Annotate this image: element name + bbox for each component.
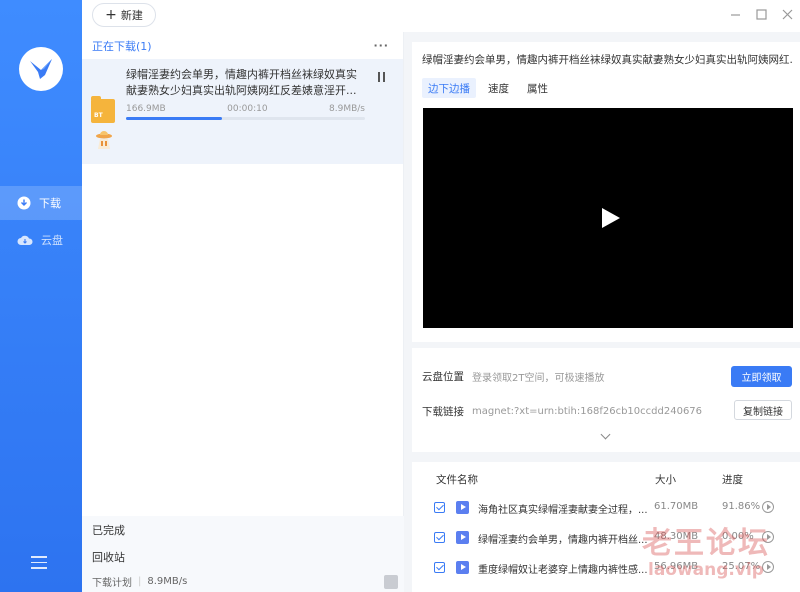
menu-icon[interactable]: [31, 556, 47, 570]
detail-title: 绿帽淫妻约会单男，情趣内裤开档丝袜绿奴真实献妻熟女少妇真实出轨阿姨网红...: [422, 54, 792, 66]
tab-properties[interactable]: 属性: [521, 78, 554, 98]
task-title: 绿帽淫妻约会单男，情趣内裤开档丝袜绿奴真实献妻熟女少妇真实出轨阿姨网红反差婊意淫…: [126, 68, 357, 97]
bt-file-icon: BT: [91, 96, 115, 123]
cloud-icon: [17, 235, 33, 245]
file-list-card: 文件名称 大小 进度 海角社区真实绿帽淫妻献妻全过程，... 61.70MB 9…: [412, 462, 800, 592]
download-icon: [17, 196, 31, 210]
chevron-down-icon[interactable]: [600, 429, 611, 440]
claim-now-button[interactable]: 立即领取: [731, 366, 792, 387]
file-progress: 0.00%: [722, 531, 754, 542]
sidebar: 下载 云盘: [0, 0, 82, 592]
download-list-panel: 正在下载(1) ··· BT 绿帽淫妻约会单男，情趣内裤开档丝袜绿奴真实献妻熟女…: [82, 32, 404, 592]
download-link-label: 下载链接: [422, 406, 464, 418]
download-task[interactable]: BT 绿帽淫妻约会单男，情趣内裤开档丝袜绿奴真实献妻熟女少妇真实出轨阿姨网红反差…: [82, 59, 403, 164]
column-name: 文件名称: [436, 474, 478, 486]
cloud-location-value: 登录领取2T空间，可极速播放: [472, 373, 605, 384]
file-row[interactable]: 海角社区真实绿帽淫妻献妻全过程，... 61.70MB 91.86%: [412, 497, 800, 519]
sidebar-item-cloud[interactable]: 云盘: [0, 223, 82, 257]
download-link-value: magnet:?xt=urn:btih:168f26cb10ccdd240676…: [472, 406, 702, 417]
copy-link-button[interactable]: 复制链接: [734, 400, 792, 420]
cloud-location-row: 云盘位置 登录领取2T空间，可极速播放: [422, 369, 604, 384]
play-file-icon[interactable]: [762, 501, 774, 513]
minimize-icon[interactable]: [728, 6, 742, 22]
list-footer: 已完成 回收站 下载计划 | 8.9MB/s: [82, 516, 404, 592]
close-icon[interactable]: [780, 6, 794, 22]
bird-logo-icon: [30, 59, 52, 79]
file-progress: 25.07%: [722, 561, 761, 572]
window-controls: [728, 6, 794, 22]
app-logo: [19, 47, 63, 91]
tab-play-while-download[interactable]: 边下边播: [422, 78, 476, 98]
file-checkbox[interactable]: [434, 502, 445, 513]
more-icon[interactable]: ···: [373, 39, 389, 52]
maximize-icon[interactable]: [754, 6, 768, 22]
tab-speed[interactable]: 速度: [482, 78, 515, 98]
task-speed: 8.9MB/s: [329, 104, 365, 114]
task-progress-fill: [126, 117, 222, 120]
preview-card: 绿帽淫妻约会单男，情趣内裤开档丝袜绿奴真实献妻熟女少妇真实出轨阿姨网红... 边…: [412, 42, 800, 342]
video-player[interactable]: [423, 108, 793, 328]
task-size: 166.9MB: [126, 104, 166, 114]
file-size: 48.30MB: [654, 531, 699, 542]
file-row[interactable]: 重度绿帽奴让老婆穿上情趣内裤性感... 56.96MB 25.07%: [412, 557, 800, 579]
play-file-icon[interactable]: [762, 561, 774, 573]
sidebar-item-download[interactable]: 下载: [0, 186, 82, 220]
column-progress: 进度: [722, 474, 743, 486]
sidebar-item-label: 云盘: [41, 234, 63, 247]
sidebar-item-label: 下载: [39, 197, 61, 210]
downloading-header: 正在下载(1) ···: [82, 32, 403, 59]
video-file-icon: [456, 501, 469, 514]
recycle-bin-link[interactable]: 回收站: [82, 543, 404, 570]
pause-icon[interactable]: [378, 72, 385, 82]
video-file-icon: [456, 531, 469, 544]
task-elapsed: 00:00:10: [227, 104, 268, 114]
file-list-header: 文件名称 大小 进度: [412, 472, 800, 488]
cloud-location-label: 云盘位置: [422, 371, 464, 383]
new-task-button[interactable]: + 新建: [92, 3, 156, 27]
file-name: 重度绿帽奴让老婆穿上情趣内裤性感...: [478, 565, 648, 576]
plus-icon: +: [105, 7, 117, 23]
play-file-icon[interactable]: [762, 531, 774, 543]
video-file-icon: [456, 561, 469, 574]
completed-link[interactable]: 已完成: [82, 516, 404, 543]
topbar: + 新建: [82, 0, 800, 32]
lock-icon[interactable]: [384, 575, 398, 589]
download-plan[interactable]: 下载计划 | 8.9MB/s: [82, 570, 404, 592]
info-card: 云盘位置 登录领取2T空间，可极速播放 立即领取 下载链接 magnet:?xt…: [412, 348, 800, 452]
detail-panel: 绿帽淫妻约会单男，情趣内裤开档丝袜绿奴真实献妻熟女少妇真实出轨阿姨网红... 边…: [404, 32, 800, 592]
file-row[interactable]: 绿帽淫妻约会单男，情趣内裤开档丝... 48.30MB 0.00%: [412, 527, 800, 549]
column-size: 大小: [655, 474, 676, 486]
file-name: 海角社区真实绿帽淫妻献妻全过程，...: [478, 505, 648, 516]
file-progress: 91.86%: [722, 501, 761, 512]
file-checkbox[interactable]: [434, 532, 445, 543]
file-size: 56.96MB: [654, 561, 699, 572]
task-stats: 166.9MB 00:00:10 8.9MB/s: [126, 104, 365, 114]
detail-tabs: 边下边播 速度 属性: [422, 78, 554, 98]
task-progress-bar: [126, 117, 365, 120]
accelerate-icon[interactable]: [95, 129, 113, 151]
file-checkbox[interactable]: [434, 562, 445, 573]
file-size: 61.70MB: [654, 501, 699, 512]
download-link-row: 下载链接 magnet:?xt=urn:btih:168f26cb10ccdd2…: [422, 404, 702, 419]
file-name: 绿帽淫妻约会单男，情趣内裤开档丝...: [478, 535, 648, 546]
play-icon[interactable]: [602, 208, 620, 228]
downloading-count: 正在下载(1): [92, 39, 152, 53]
